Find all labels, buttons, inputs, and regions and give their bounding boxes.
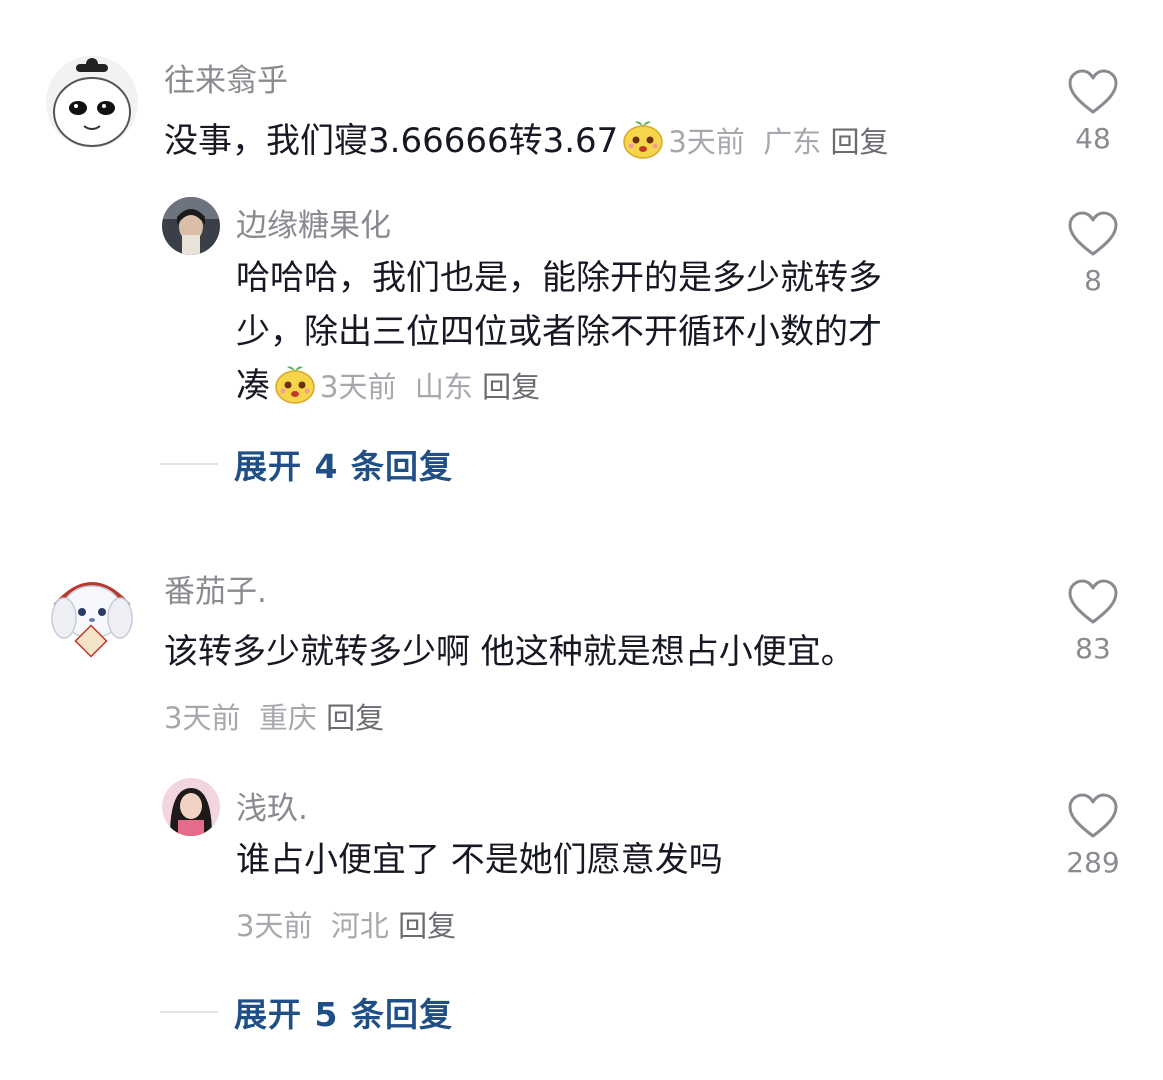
- reply-text-line: 哈哈哈，我们也是，能除开的是多少就转多: [236, 258, 882, 298]
- reply-button[interactable]: 回复: [482, 370, 540, 404]
- heart-outline-icon: [1068, 211, 1118, 256]
- reply-button[interactable]: 回复: [830, 125, 888, 159]
- comment-time: 3天前: [668, 125, 745, 159]
- reply-username[interactable]: 边缘糖果化: [236, 200, 391, 245]
- reply-body: 谁占小便宜了 不是她们愿意发吗: [236, 833, 1036, 887]
- photo-avatar-icon: [162, 778, 220, 836]
- comment-body: 没事，我们寝3.66666转3.67 3天前 广东 回复: [164, 114, 1034, 169]
- reply-body: 哈哈哈，我们也是，能除开的是多少就转多 少，除出三位四位或者除不开循环小数的才 …: [236, 251, 1036, 414]
- comment-body: 该转多少就转多少啊 他这种就是想占小便宜。: [164, 625, 1034, 679]
- expand-replies-label: 展开 5 条回复: [234, 995, 453, 1034]
- expand-replies-label: 展开 4 条回复: [234, 447, 453, 486]
- like-count: 289: [1066, 846, 1120, 879]
- reply-text-tail: 凑: [236, 366, 270, 406]
- heart-outline-icon: [1068, 69, 1118, 114]
- like-button[interactable]: 83: [1058, 578, 1128, 665]
- comment-username[interactable]: 番茄子.: [164, 566, 267, 611]
- expand-replies-button[interactable]: 展开 5 条回复: [160, 988, 453, 1036]
- cartoon-dog-avatar-icon: [46, 566, 138, 658]
- reply-meta: 3天前 山东 回复: [320, 370, 540, 404]
- meme-face-avatar-icon: [46, 56, 138, 148]
- reply-username[interactable]: 浅玖.: [236, 783, 308, 828]
- comment-text: 没事，我们寝3.66666转3.67: [164, 121, 619, 161]
- comment-username[interactable]: 往来翕乎: [164, 55, 288, 100]
- like-button[interactable]: 8: [1058, 210, 1128, 297]
- avatar[interactable]: [46, 566, 138, 658]
- reply-text-line: 少，除出三位四位或者除不开循环小数的才: [236, 312, 882, 352]
- reply-location: 山东: [414, 370, 473, 404]
- yellow-face-emoji-icon: [623, 121, 664, 159]
- reply-text-line-last: 凑 3天前 山东 回复: [236, 359, 1036, 414]
- comment-meta: 3天前 广东 回复: [668, 125, 888, 159]
- heart-outline-icon: [1068, 579, 1118, 624]
- comment-text: 该转多少就转多少啊 他这种就是想占小便宜。: [164, 632, 855, 672]
- heart-outline-icon: [1068, 793, 1118, 838]
- comment-location: 重庆: [258, 701, 317, 735]
- reply-meta: 3天前 河北 回复: [236, 903, 456, 945]
- like-button[interactable]: 48: [1058, 68, 1128, 155]
- reply-location: 河北: [330, 909, 389, 943]
- like-button[interactable]: 289: [1058, 792, 1128, 879]
- reply-time: 3天前: [320, 370, 397, 404]
- reply-button[interactable]: 回复: [398, 909, 456, 943]
- reply-button[interactable]: 回复: [326, 701, 384, 735]
- like-count: 83: [1075, 632, 1111, 665]
- divider-line: [160, 1011, 218, 1013]
- comment-meta: 3天前 重庆 回复: [164, 695, 384, 737]
- yellow-face-emoji-icon: [275, 366, 315, 404]
- reply-time: 3天前: [236, 909, 313, 943]
- comment-time: 3天前: [164, 701, 241, 735]
- comment-location: 广东: [763, 125, 822, 159]
- divider-line: [160, 463, 218, 465]
- like-count: 48: [1075, 122, 1111, 155]
- reply-avatar[interactable]: [162, 197, 220, 255]
- avatar[interactable]: [46, 56, 138, 148]
- reply-text-line: 谁占小便宜了 不是她们愿意发吗: [236, 840, 723, 880]
- photo-avatar-icon: [162, 197, 220, 255]
- like-count: 8: [1084, 264, 1102, 297]
- reply-avatar[interactable]: [162, 778, 220, 836]
- expand-replies-button[interactable]: 展开 4 条回复: [160, 440, 453, 488]
